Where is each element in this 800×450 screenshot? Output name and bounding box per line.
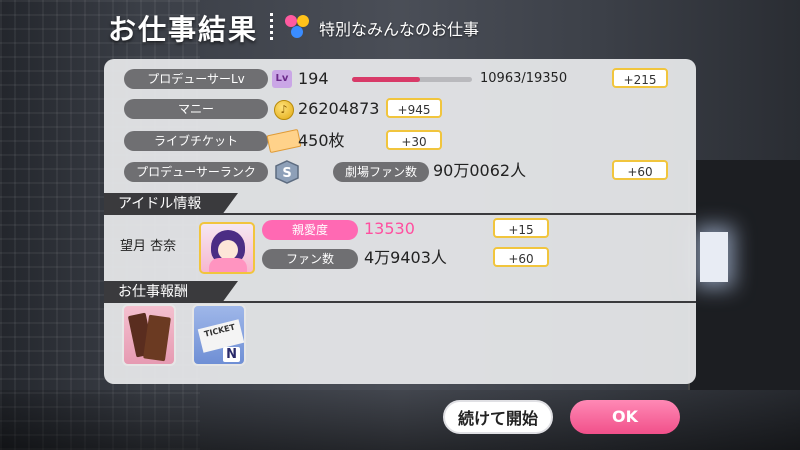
theater-fans-value: 90万0062人 xyxy=(433,161,527,180)
work-type-label: 特別なみんなのお仕事 xyxy=(319,20,480,39)
affection-label: 親愛度 xyxy=(262,220,358,240)
idol-fans-gain: +60 xyxy=(493,247,549,267)
header-divider xyxy=(270,13,274,43)
theater-fans-label: 劇場ファン数 xyxy=(333,162,429,182)
background-light xyxy=(700,232,728,282)
idol-fans-label: ファン数 xyxy=(262,249,358,269)
live-ticket-label: ライブチケット xyxy=(124,131,268,151)
money-label: マニー xyxy=(124,99,268,119)
exp-progress-fill xyxy=(352,77,420,82)
lv-icon: Lv xyxy=(272,70,292,88)
reward-heading: お仕事報酬 xyxy=(104,281,238,303)
ok-button[interactable]: OK xyxy=(570,400,680,434)
exp-progress-bar xyxy=(352,77,472,82)
affection-value: 13530 xyxy=(364,219,415,238)
exp-text: 10963/19350 xyxy=(480,71,568,86)
reward-item-ticket[interactable]: TICKET N xyxy=(192,304,246,366)
idol-avatar xyxy=(199,222,255,274)
idol-info-heading: アイドル情報 xyxy=(104,193,238,215)
producer-rank-label: プロデューサーランク xyxy=(124,162,268,182)
continue-button[interactable]: 続けて開始 xyxy=(443,400,553,434)
reward-section: お仕事報酬 xyxy=(104,281,696,303)
money-value: 26204873 xyxy=(298,99,380,118)
idol-name: 望月 杏奈 xyxy=(120,239,177,254)
background-floor xyxy=(0,390,800,450)
page-title: お仕事結果 xyxy=(108,13,259,46)
idol-fans-value: 4万9403人 xyxy=(364,248,447,267)
rarity-badge: N xyxy=(223,347,240,362)
money-gain: +945 xyxy=(386,98,442,118)
theater-fans-gain: +60 xyxy=(612,160,668,180)
rank-letter: S xyxy=(282,166,291,181)
header: お仕事結果 特別なみんなのお仕事 xyxy=(108,6,479,50)
idol-info-section: アイドル情報 xyxy=(104,193,696,215)
rank-badge-icon: S xyxy=(275,160,299,184)
coin-icon: ♪ xyxy=(274,100,294,120)
producer-lv-value: 194 xyxy=(298,69,329,88)
affection-gain: +15 xyxy=(493,218,549,238)
clover-icon xyxy=(285,15,311,41)
producer-lv-label: プロデューサーLv xyxy=(124,69,268,89)
producer-lv-gain: +215 xyxy=(612,68,668,88)
reward-item-chocolate[interactable] xyxy=(122,304,176,366)
live-ticket-value: 450枚 xyxy=(298,131,345,150)
live-ticket-gain: +30 xyxy=(386,130,442,150)
